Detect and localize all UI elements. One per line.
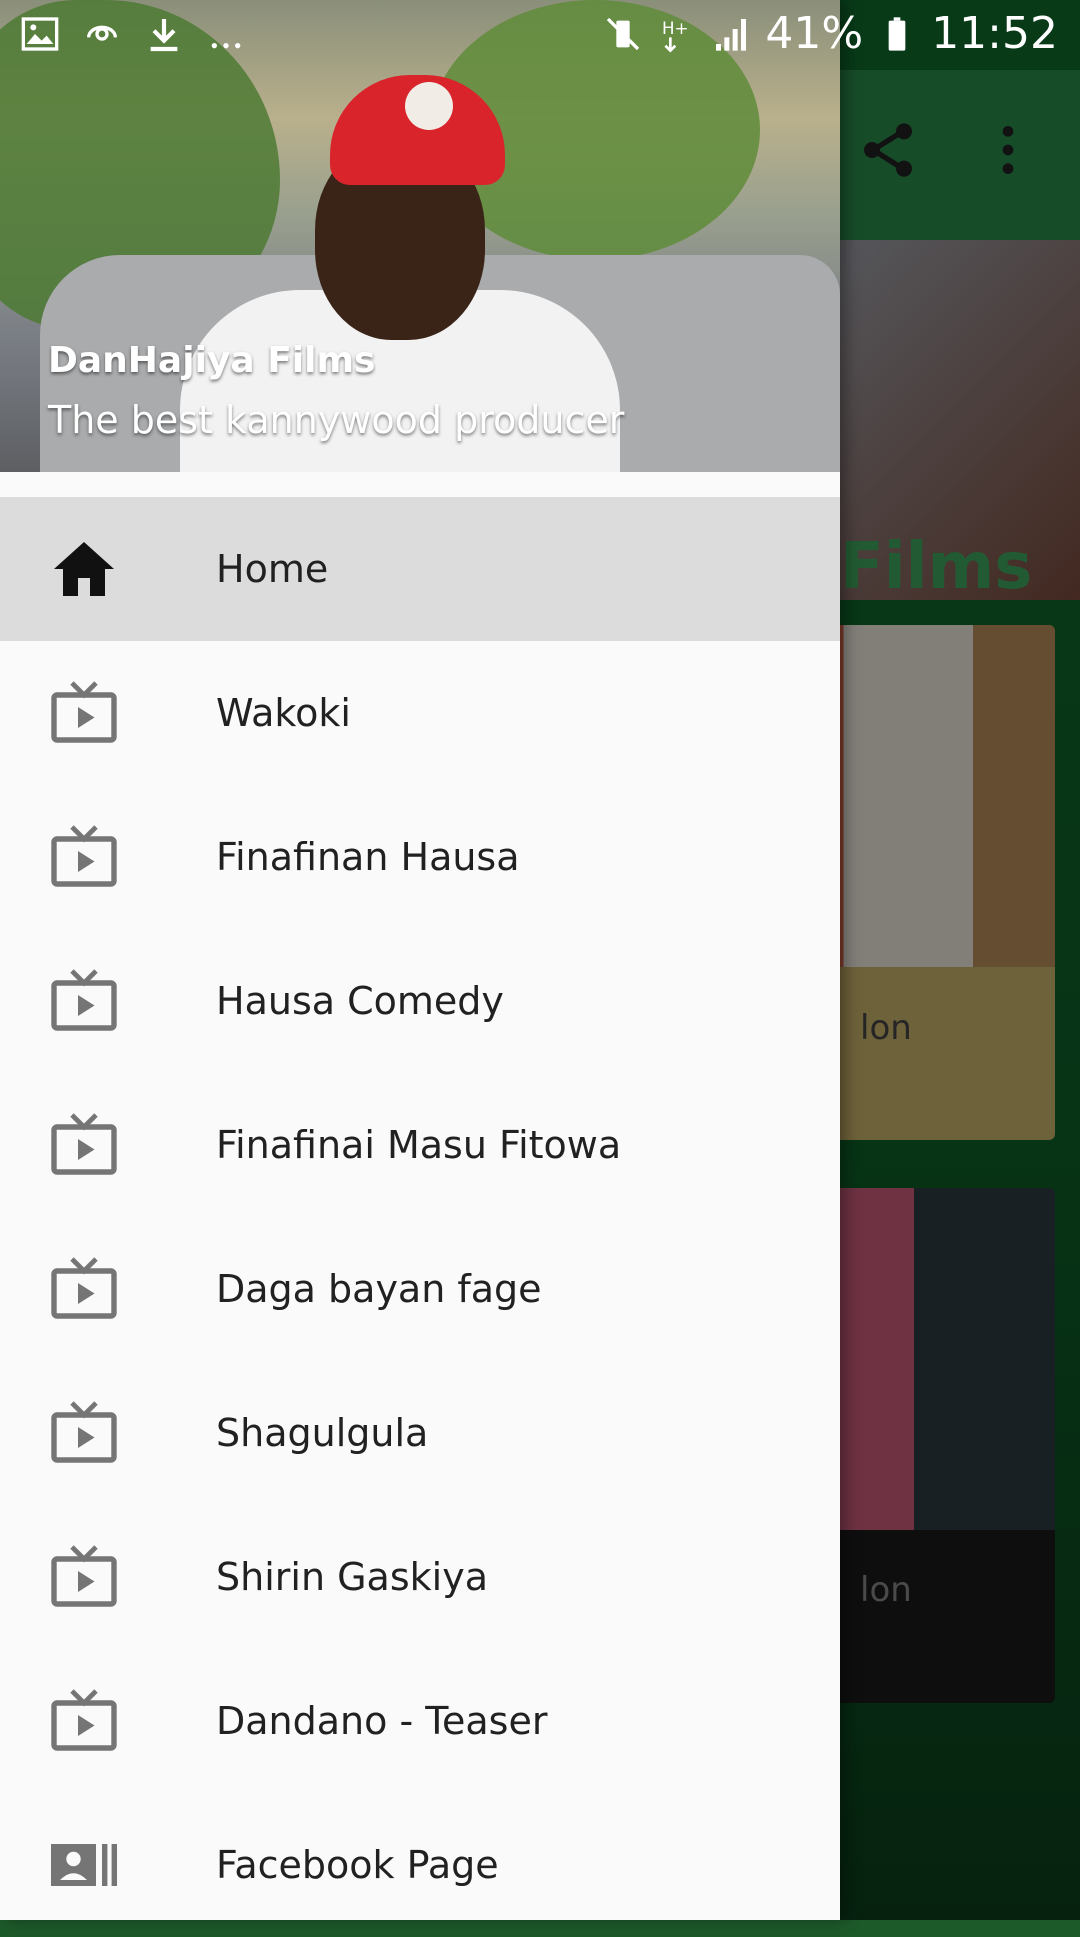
status-bar: H+ 41% 11:52: [0, 0, 1080, 72]
h-plus-data-icon: H+: [662, 19, 689, 53]
image-icon: [21, 17, 59, 51]
menu-item-wakoki[interactable]: Wakoki: [0, 641, 840, 785]
battery-icon: [888, 16, 906, 51]
tv-play-icon: [51, 1545, 117, 1607]
menu-item-label: Finafinai Masu Fitowa: [216, 1123, 622, 1167]
menu-item-dandano-teaser[interactable]: Dandano - Teaser: [0, 1649, 840, 1793]
home-icon: [54, 542, 114, 596]
menu-item-label: Wakoki: [216, 691, 351, 735]
more-notifications-icon: [211, 43, 241, 49]
menu-item-label: Finafinan Hausa: [216, 835, 520, 879]
drawer-subtitle: The best kannywood producer: [48, 398, 625, 442]
menu-item-label: Facebook Page: [216, 1843, 499, 1887]
svg-text:H+: H+: [662, 19, 688, 38]
tv-play-icon: [51, 1689, 117, 1751]
tv-play-icon: [51, 969, 117, 1031]
tv-play-icon: [51, 1113, 117, 1175]
navigation-drawer: DanHajiya Films The best kannywood produ…: [0, 0, 840, 1920]
menu-item-label: Shagulgula: [216, 1411, 429, 1455]
drawer-menu: Home Wakoki Finafinan Hausa Hausa Comedy: [0, 497, 840, 1937]
menu-item-finafinan-hausa[interactable]: Finafinan Hausa: [0, 785, 840, 929]
menu-item-hausa-comedy[interactable]: Hausa Comedy: [0, 929, 840, 1073]
download-icon: [150, 19, 178, 52]
menu-item-label: Daga bayan fage: [216, 1267, 542, 1311]
menu-item-label: Home: [216, 547, 329, 591]
tv-play-icon: [51, 681, 117, 743]
menu-item-shagulgula[interactable]: Shagulgula: [0, 1361, 840, 1505]
sync-icon: [87, 25, 117, 41]
battery-percentage: 41%: [765, 8, 864, 59]
vibrate-mute-icon: [607, 17, 640, 50]
menu-item-label: Hausa Comedy: [216, 979, 504, 1023]
menu-item-finafinai-masu-fitowa[interactable]: Finafinai Masu Fitowa: [0, 1073, 840, 1217]
header-photo-cap-badge: [405, 82, 453, 130]
menu-item-daga-bayan-fage[interactable]: Daga bayan fage: [0, 1217, 840, 1361]
signal-icon: [716, 18, 747, 51]
tv-play-icon: [51, 825, 117, 887]
menu-item-label: Dandano - Teaser: [216, 1699, 548, 1743]
tv-play-icon: [51, 1257, 117, 1319]
contact-card-icon: [51, 1844, 117, 1886]
tv-play-icon: [51, 1401, 117, 1463]
menu-item-label: Shirin Gaskiya: [216, 1555, 488, 1599]
drawer-title: DanHajiya Films: [48, 340, 376, 381]
menu-item-facebook-page[interactable]: Facebook Page: [0, 1793, 840, 1937]
menu-item-home[interactable]: Home: [0, 497, 840, 641]
clock: 11:52: [931, 8, 1058, 59]
menu-item-shirin-gaskiya[interactable]: Shirin Gaskiya: [0, 1505, 840, 1649]
